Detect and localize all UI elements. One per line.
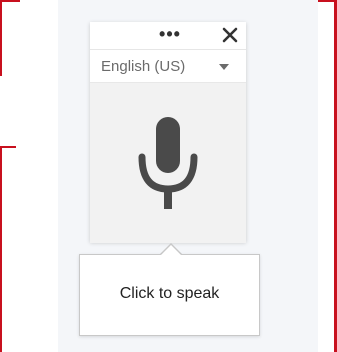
highlight-border-left-mid: [0, 146, 16, 148]
tooltip-arrow: [161, 245, 181, 255]
microphone-icon: [138, 117, 198, 209]
highlight-border-top-left: [0, 0, 20, 2]
chevron-down-icon: [219, 64, 229, 70]
close-icon[interactable]: [220, 25, 240, 45]
language-label: English (US): [101, 58, 186, 75]
language-dropdown[interactable]: English (US): [90, 49, 246, 82]
highlight-border-left-top: [0, 0, 2, 76]
tooltip-text: Click to speak: [119, 285, 220, 302]
highlight-border-left-bottom: [0, 146, 2, 352]
dictation-toolbar: ••• English (US): [90, 22, 246, 243]
more-horizontal-icon[interactable]: •••: [158, 25, 182, 46]
microphone-button[interactable]: [90, 82, 246, 243]
dictation-header: •••: [90, 22, 246, 49]
click-to-speak-tooltip: Click to speak: [79, 254, 260, 336]
